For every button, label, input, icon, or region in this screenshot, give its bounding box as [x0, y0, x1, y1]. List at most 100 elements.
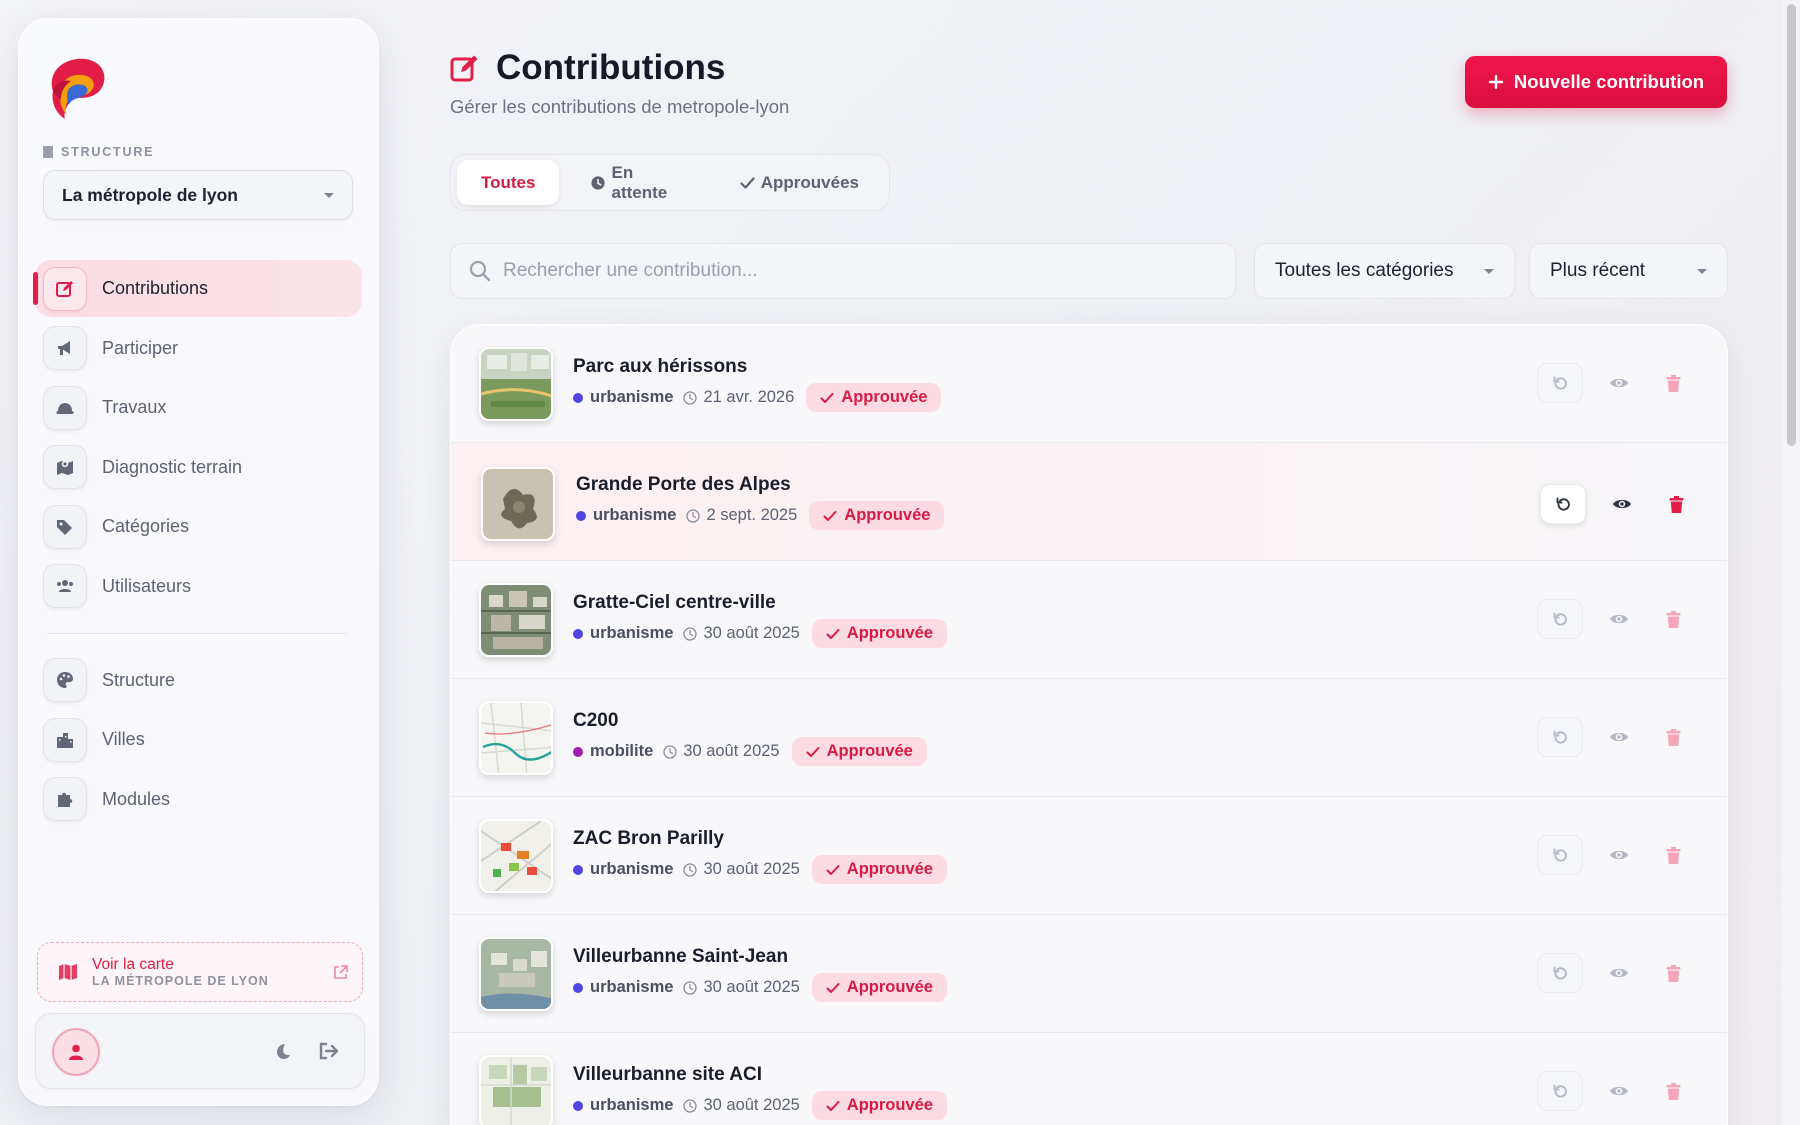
- contribution-category: mobilite: [590, 742, 654, 760]
- view-button[interactable]: [1601, 599, 1637, 639]
- view-map-subtitle: LA MÉTROPOLE DE LYON: [92, 973, 269, 988]
- view-map-title: Voir la carte: [92, 955, 174, 973]
- table-row[interactable]: Villeurbanne site ACI urbanisme 30 août …: [451, 1033, 1727, 1125]
- tab-toutes[interactable]: Toutes: [457, 160, 560, 205]
- structure-select[interactable]: La métropole de lyon: [43, 170, 353, 220]
- delete-button[interactable]: [1655, 1071, 1691, 1111]
- status-badge-text: Approuvée: [846, 978, 933, 996]
- check-icon: [826, 982, 840, 993]
- table-row[interactable]: Parc aux hérissons urbanisme 21 avr. 202…: [451, 325, 1727, 443]
- search-input[interactable]: [503, 260, 1183, 282]
- view-button[interactable]: [1601, 1071, 1637, 1111]
- tab-en-attente[interactable]: En attente: [567, 160, 707, 205]
- clock-icon: [683, 390, 698, 405]
- restore-button[interactable]: [1537, 599, 1583, 639]
- restore-button[interactable]: [1537, 953, 1583, 993]
- view-button[interactable]: [1601, 717, 1637, 757]
- sidebar-item-utilisateurs[interactable]: Utilisateurs: [35, 558, 362, 615]
- sidebar-item-label: Contributions: [102, 278, 209, 298]
- contribution-thumbnail: [479, 1055, 553, 1125]
- restore-button[interactable]: [1540, 484, 1586, 524]
- sidebar-item-villes[interactable]: Villes: [35, 711, 362, 768]
- category-dot: [573, 982, 583, 993]
- moon-icon[interactable]: [272, 1041, 292, 1061]
- edit-icon: [43, 266, 87, 311]
- view-button[interactable]: [1601, 835, 1637, 875]
- contribution-date-text: 30 août 2025: [703, 624, 800, 642]
- contribution-title: C200: [573, 710, 619, 731]
- user-icon: [69, 1044, 83, 1060]
- sidebar-item-label: Villes: [102, 729, 145, 749]
- chevron-down-icon: [324, 192, 334, 198]
- table-row[interactable]: Gratte-Ciel centre-ville urbanisme 30 ao…: [451, 561, 1727, 679]
- tab-approuvees[interactable]: Approuvées: [716, 160, 883, 205]
- structure-label: STRUCTURE: [43, 145, 154, 159]
- contribution-meta: urbanisme 21 avr. 2026 Approuvée: [573, 383, 942, 412]
- delete-button[interactable]: [1655, 717, 1691, 757]
- sidebar-item-categories[interactable]: Catégories: [35, 498, 362, 555]
- check-icon: [820, 392, 834, 403]
- sidebar-item-label: Modules: [102, 788, 171, 809]
- contribution-category: urbanisme: [590, 860, 674, 878]
- restore-button[interactable]: [1537, 363, 1583, 403]
- row-actions: [1540, 484, 1694, 524]
- eye-icon: [1610, 614, 1628, 624]
- scrollbar-thumb[interactable]: [1787, 4, 1796, 446]
- trash-icon: [1666, 374, 1680, 392]
- delete-button[interactable]: [1658, 484, 1694, 524]
- undo-icon: [1553, 730, 1567, 744]
- tab-label: Approuvées: [760, 172, 859, 192]
- view-button[interactable]: [1601, 953, 1637, 993]
- delete-button[interactable]: [1655, 363, 1691, 403]
- sidebar-item-modules[interactable]: Modules: [35, 771, 362, 828]
- restore-button[interactable]: [1537, 1071, 1583, 1111]
- sidebar-item-travaux[interactable]: Travaux: [35, 379, 362, 436]
- search-icon: [469, 260, 491, 282]
- contribution-thumbnail: [479, 583, 553, 657]
- contribution-category: urbanisme: [590, 978, 674, 996]
- contribution-title: Villeurbanne site ACI: [573, 1064, 762, 1085]
- delete-button[interactable]: [1655, 953, 1691, 993]
- sort-select[interactable]: Plus récent: [1529, 243, 1728, 299]
- sidebar-item-structure[interactable]: Structure: [35, 652, 362, 709]
- clock-icon: [591, 175, 606, 190]
- eye-icon: [1610, 850, 1628, 860]
- new-contribution-label: Nouvelle contribution: [1513, 71, 1705, 92]
- avatar[interactable]: [52, 1028, 100, 1076]
- eye-icon: [1613, 499, 1631, 509]
- contribution-category: urbanisme: [590, 624, 674, 642]
- trash-icon: [1666, 964, 1680, 982]
- sidebar-item-participer[interactable]: Participer: [35, 320, 362, 377]
- category-filter-select[interactable]: Toutes les catégories: [1254, 243, 1515, 299]
- table-row[interactable]: C200 mobilite 30 août 2025 Approuvée: [451, 679, 1727, 797]
- logout-icon[interactable]: [318, 1041, 340, 1061]
- table-row[interactable]: Villeurbanne Saint-Jean urbanisme 30 aoû…: [451, 915, 1727, 1033]
- contribution-category: urbanisme: [590, 388, 674, 406]
- contribution-date-text: 2 sept. 2025: [706, 506, 798, 524]
- tab-label: Toutes: [481, 172, 536, 192]
- table-row[interactable]: Grande Porte des Alpes urbanisme 2 sept.…: [451, 443, 1727, 561]
- trash-icon: [1666, 728, 1680, 746]
- contribution-date-text: 21 avr. 2026: [703, 388, 795, 406]
- check-icon: [806, 746, 820, 757]
- scrollbar[interactable]: [1782, 0, 1800, 1125]
- view-map-link[interactable]: Voir la carte LA MÉTROPOLE DE LYON: [37, 942, 363, 1002]
- delete-button[interactable]: [1655, 835, 1691, 875]
- building-icon: [43, 146, 53, 158]
- restore-button[interactable]: [1537, 835, 1583, 875]
- clock-icon: [663, 744, 677, 759]
- app-logo[interactable]: [43, 53, 111, 121]
- view-button[interactable]: [1604, 484, 1640, 524]
- delete-button[interactable]: [1655, 599, 1691, 639]
- table-row[interactable]: ZAC Bron Parilly urbanisme 30 août 2025 …: [451, 797, 1727, 915]
- page-title: Contributions: [450, 48, 725, 88]
- restore-button[interactable]: [1537, 717, 1583, 757]
- sidebar-item-label: Utilisateurs: [102, 575, 192, 596]
- sidebar-item-contributions[interactable]: Contributions: [33, 260, 362, 317]
- view-button[interactable]: [1601, 363, 1637, 403]
- contribution-category: urbanisme: [590, 1096, 674, 1114]
- status-badge-text: Approuvée: [844, 506, 931, 524]
- new-contribution-button[interactable]: Nouvelle contribution: [1465, 56, 1727, 108]
- contribution-date-text: 30 août 2025: [683, 742, 780, 760]
- sidebar-item-diagnostic[interactable]: Diagnostic terrain: [35, 439, 362, 496]
